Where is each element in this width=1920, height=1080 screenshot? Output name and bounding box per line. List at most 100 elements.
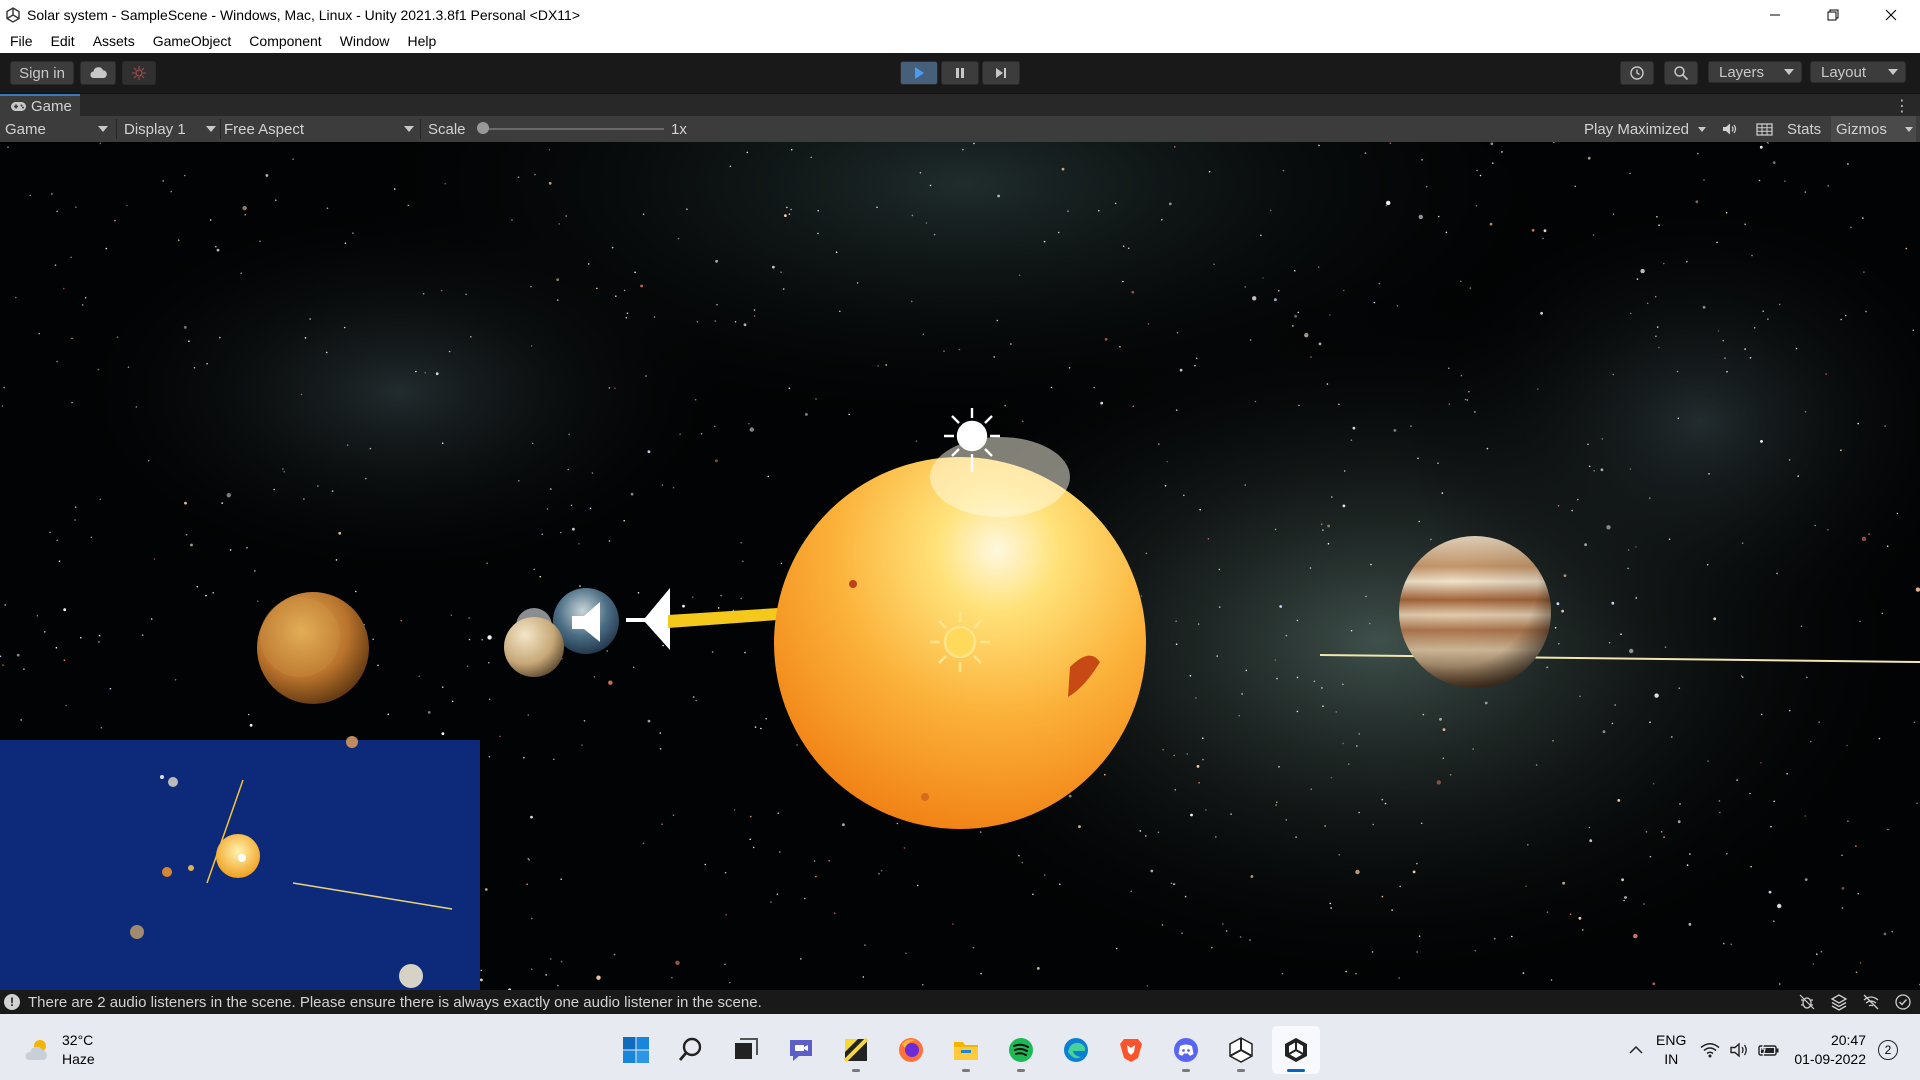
- sign-in-button[interactable]: Sign in: [10, 61, 74, 85]
- star: [480, 969, 483, 972]
- star: [659, 748, 662, 750]
- star: [300, 393, 303, 396]
- unity-hub-button[interactable]: [1217, 1026, 1265, 1074]
- pause-button[interactable]: [941, 61, 979, 85]
- tab-game-label: Game: [31, 97, 72, 115]
- collab-button[interactable]: [122, 61, 156, 85]
- active-indicator: [1287, 1069, 1305, 1072]
- star: [589, 507, 592, 510]
- star: [400, 619, 403, 622]
- notification-badge[interactable]: 2: [1878, 1040, 1898, 1060]
- aspect-dropdown[interactable]: Free Aspect: [224, 116, 414, 142]
- star: [682, 604, 685, 608]
- star: [1679, 803, 1681, 805]
- star: [1649, 721, 1651, 723]
- star: [190, 543, 193, 547]
- star: [1707, 760, 1709, 762]
- search-button[interactable]: [1664, 61, 1698, 85]
- menu-help[interactable]: Help: [398, 33, 445, 49]
- star: [717, 607, 720, 609]
- file-explorer-button[interactable]: [942, 1026, 990, 1074]
- play-mode-dropdown[interactable]: Play Maximized: [1584, 116, 1706, 142]
- view-mode-label: Game: [5, 120, 46, 138]
- sticky-notes-button[interactable]: [832, 1026, 880, 1074]
- mute-audio-button[interactable]: [1722, 116, 1738, 142]
- star: [911, 214, 914, 217]
- menu-gameobject[interactable]: GameObject: [144, 33, 241, 49]
- star: [1278, 290, 1280, 292]
- menu-assets[interactable]: Assets: [84, 33, 144, 49]
- discord-button[interactable]: [1162, 1026, 1210, 1074]
- star: [556, 299, 559, 301]
- network-off-icon[interactable]: [1862, 993, 1880, 1011]
- stats-button[interactable]: Stats: [1787, 116, 1821, 142]
- console-status-bar[interactable]: ! There are 2 audio listeners in the sce…: [0, 990, 1920, 1014]
- layers-stack-icon[interactable]: [1830, 993, 1848, 1011]
- play-button[interactable]: [900, 61, 938, 85]
- edge-button[interactable]: [1052, 1026, 1100, 1074]
- chevron-up-icon[interactable]: [1628, 1042, 1644, 1058]
- debug-bug-icon[interactable]: [1798, 993, 1816, 1011]
- layout-dropdown[interactable]: Layout: [1810, 61, 1906, 83]
- view-mode-dropdown[interactable]: Game: [5, 116, 110, 142]
- task-view-button[interactable]: [722, 1026, 770, 1074]
- scale-slider-handle[interactable]: [477, 122, 489, 134]
- star: [1592, 234, 1595, 236]
- chevron-down-icon: [1888, 69, 1898, 75]
- star: [1338, 403, 1340, 406]
- brave-button[interactable]: [1107, 1026, 1155, 1074]
- star: [1587, 156, 1591, 160]
- progress-check-icon[interactable]: [1894, 993, 1912, 1011]
- menu-edit[interactable]: Edit: [42, 33, 84, 49]
- star: [75, 206, 77, 208]
- game-view-toolbar: Game Display 1 Free Aspect Scale 1x Play…: [0, 116, 1920, 143]
- star: [1561, 609, 1564, 613]
- quick-settings-button[interactable]: [1700, 1042, 1780, 1058]
- star: [1663, 262, 1665, 265]
- star: [1381, 798, 1384, 801]
- star: [1420, 822, 1423, 825]
- menu-window[interactable]: Window: [331, 33, 399, 49]
- spotify-button[interactable]: [997, 1026, 1045, 1074]
- firefox-button[interactable]: [887, 1026, 935, 1074]
- star: [240, 272, 242, 275]
- minimize-button[interactable]: [1746, 0, 1804, 29]
- star: [1812, 963, 1815, 965]
- star: [1162, 749, 1164, 751]
- weather-widget[interactable]: 32°C Haze: [22, 1020, 95, 1080]
- star: [249, 723, 253, 727]
- star: [1241, 693, 1243, 695]
- close-button[interactable]: [1862, 0, 1920, 29]
- gizmos-button[interactable]: Gizmos: [1831, 116, 1916, 142]
- cloud-button[interactable]: [80, 61, 116, 85]
- star: [1863, 271, 1865, 273]
- star: [1130, 890, 1132, 892]
- clock[interactable]: 20:47 01-09-2022: [1794, 1031, 1866, 1069]
- language-indicator[interactable]: ENG IN: [1656, 1031, 1686, 1069]
- display-dropdown[interactable]: Display 1: [124, 116, 216, 142]
- star: [1588, 465, 1591, 468]
- star: [1282, 169, 1285, 172]
- restore-button[interactable]: [1804, 0, 1862, 29]
- menu-file[interactable]: File: [0, 33, 42, 49]
- more-options-icon[interactable]: ⋮: [1894, 96, 1910, 116]
- stats-grid-button[interactable]: [1756, 116, 1773, 142]
- star: [1285, 634, 1288, 637]
- star: [1437, 462, 1439, 465]
- star: [1378, 282, 1381, 285]
- tab-game[interactable]: Game: [0, 94, 80, 116]
- star: [1399, 885, 1401, 888]
- star: [828, 859, 830, 862]
- undo-history-button[interactable]: [1620, 61, 1654, 85]
- windows-start-button[interactable]: [612, 1026, 660, 1074]
- unity-editor-button[interactable]: [1272, 1026, 1320, 1074]
- menu-component[interactable]: Component: [240, 33, 330, 49]
- layers-dropdown[interactable]: Layers: [1708, 61, 1802, 83]
- star: [804, 897, 806, 900]
- teams-chat-button[interactable]: [777, 1026, 825, 1074]
- step-button[interactable]: [982, 61, 1020, 85]
- taskbar-search-button[interactable]: [667, 1026, 715, 1074]
- game-viewport[interactable]: [0, 142, 1920, 990]
- scale-slider-track[interactable]: [484, 128, 664, 130]
- star: [1384, 802, 1387, 805]
